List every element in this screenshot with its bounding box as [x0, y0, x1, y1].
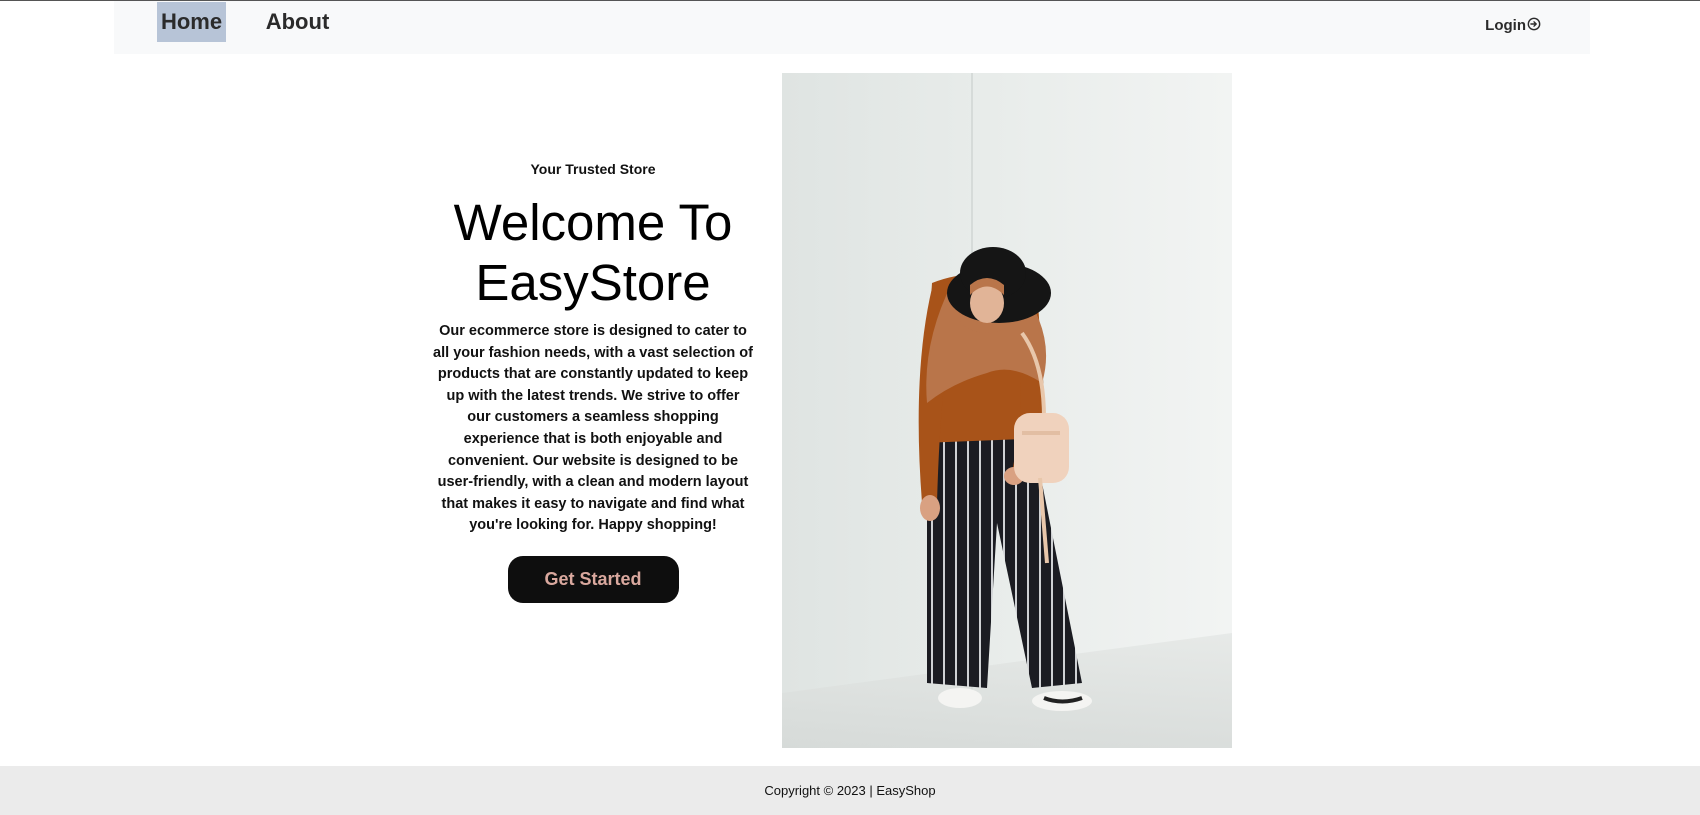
nav-link-about[interactable]: About — [259, 2, 336, 42]
get-started-button[interactable]: Get Started — [507, 555, 679, 603]
login-label: Login — [1485, 17, 1526, 34]
hero-section: Your Trusted Store Welcome To EasyStore … — [428, 160, 758, 603]
hero-tagline: Your Trusted Store — [530, 161, 656, 177]
login-circle-arrow-icon — [1527, 17, 1541, 31]
hero-fashion-image — [782, 73, 1232, 748]
navbar: Home About Login — [114, 1, 1590, 54]
footer-copyright: Copyright © 2023 | EasyShop — [764, 783, 936, 798]
hero-title: Welcome To EasyStore — [453, 194, 733, 311]
nav-link-home[interactable]: Home — [157, 2, 226, 42]
footer: Copyright © 2023 | EasyShop — [0, 766, 1700, 815]
hero-description: Our ecommerce store is designed to cater… — [433, 323, 753, 534]
login-button[interactable]: Login — [1485, 17, 1541, 34]
